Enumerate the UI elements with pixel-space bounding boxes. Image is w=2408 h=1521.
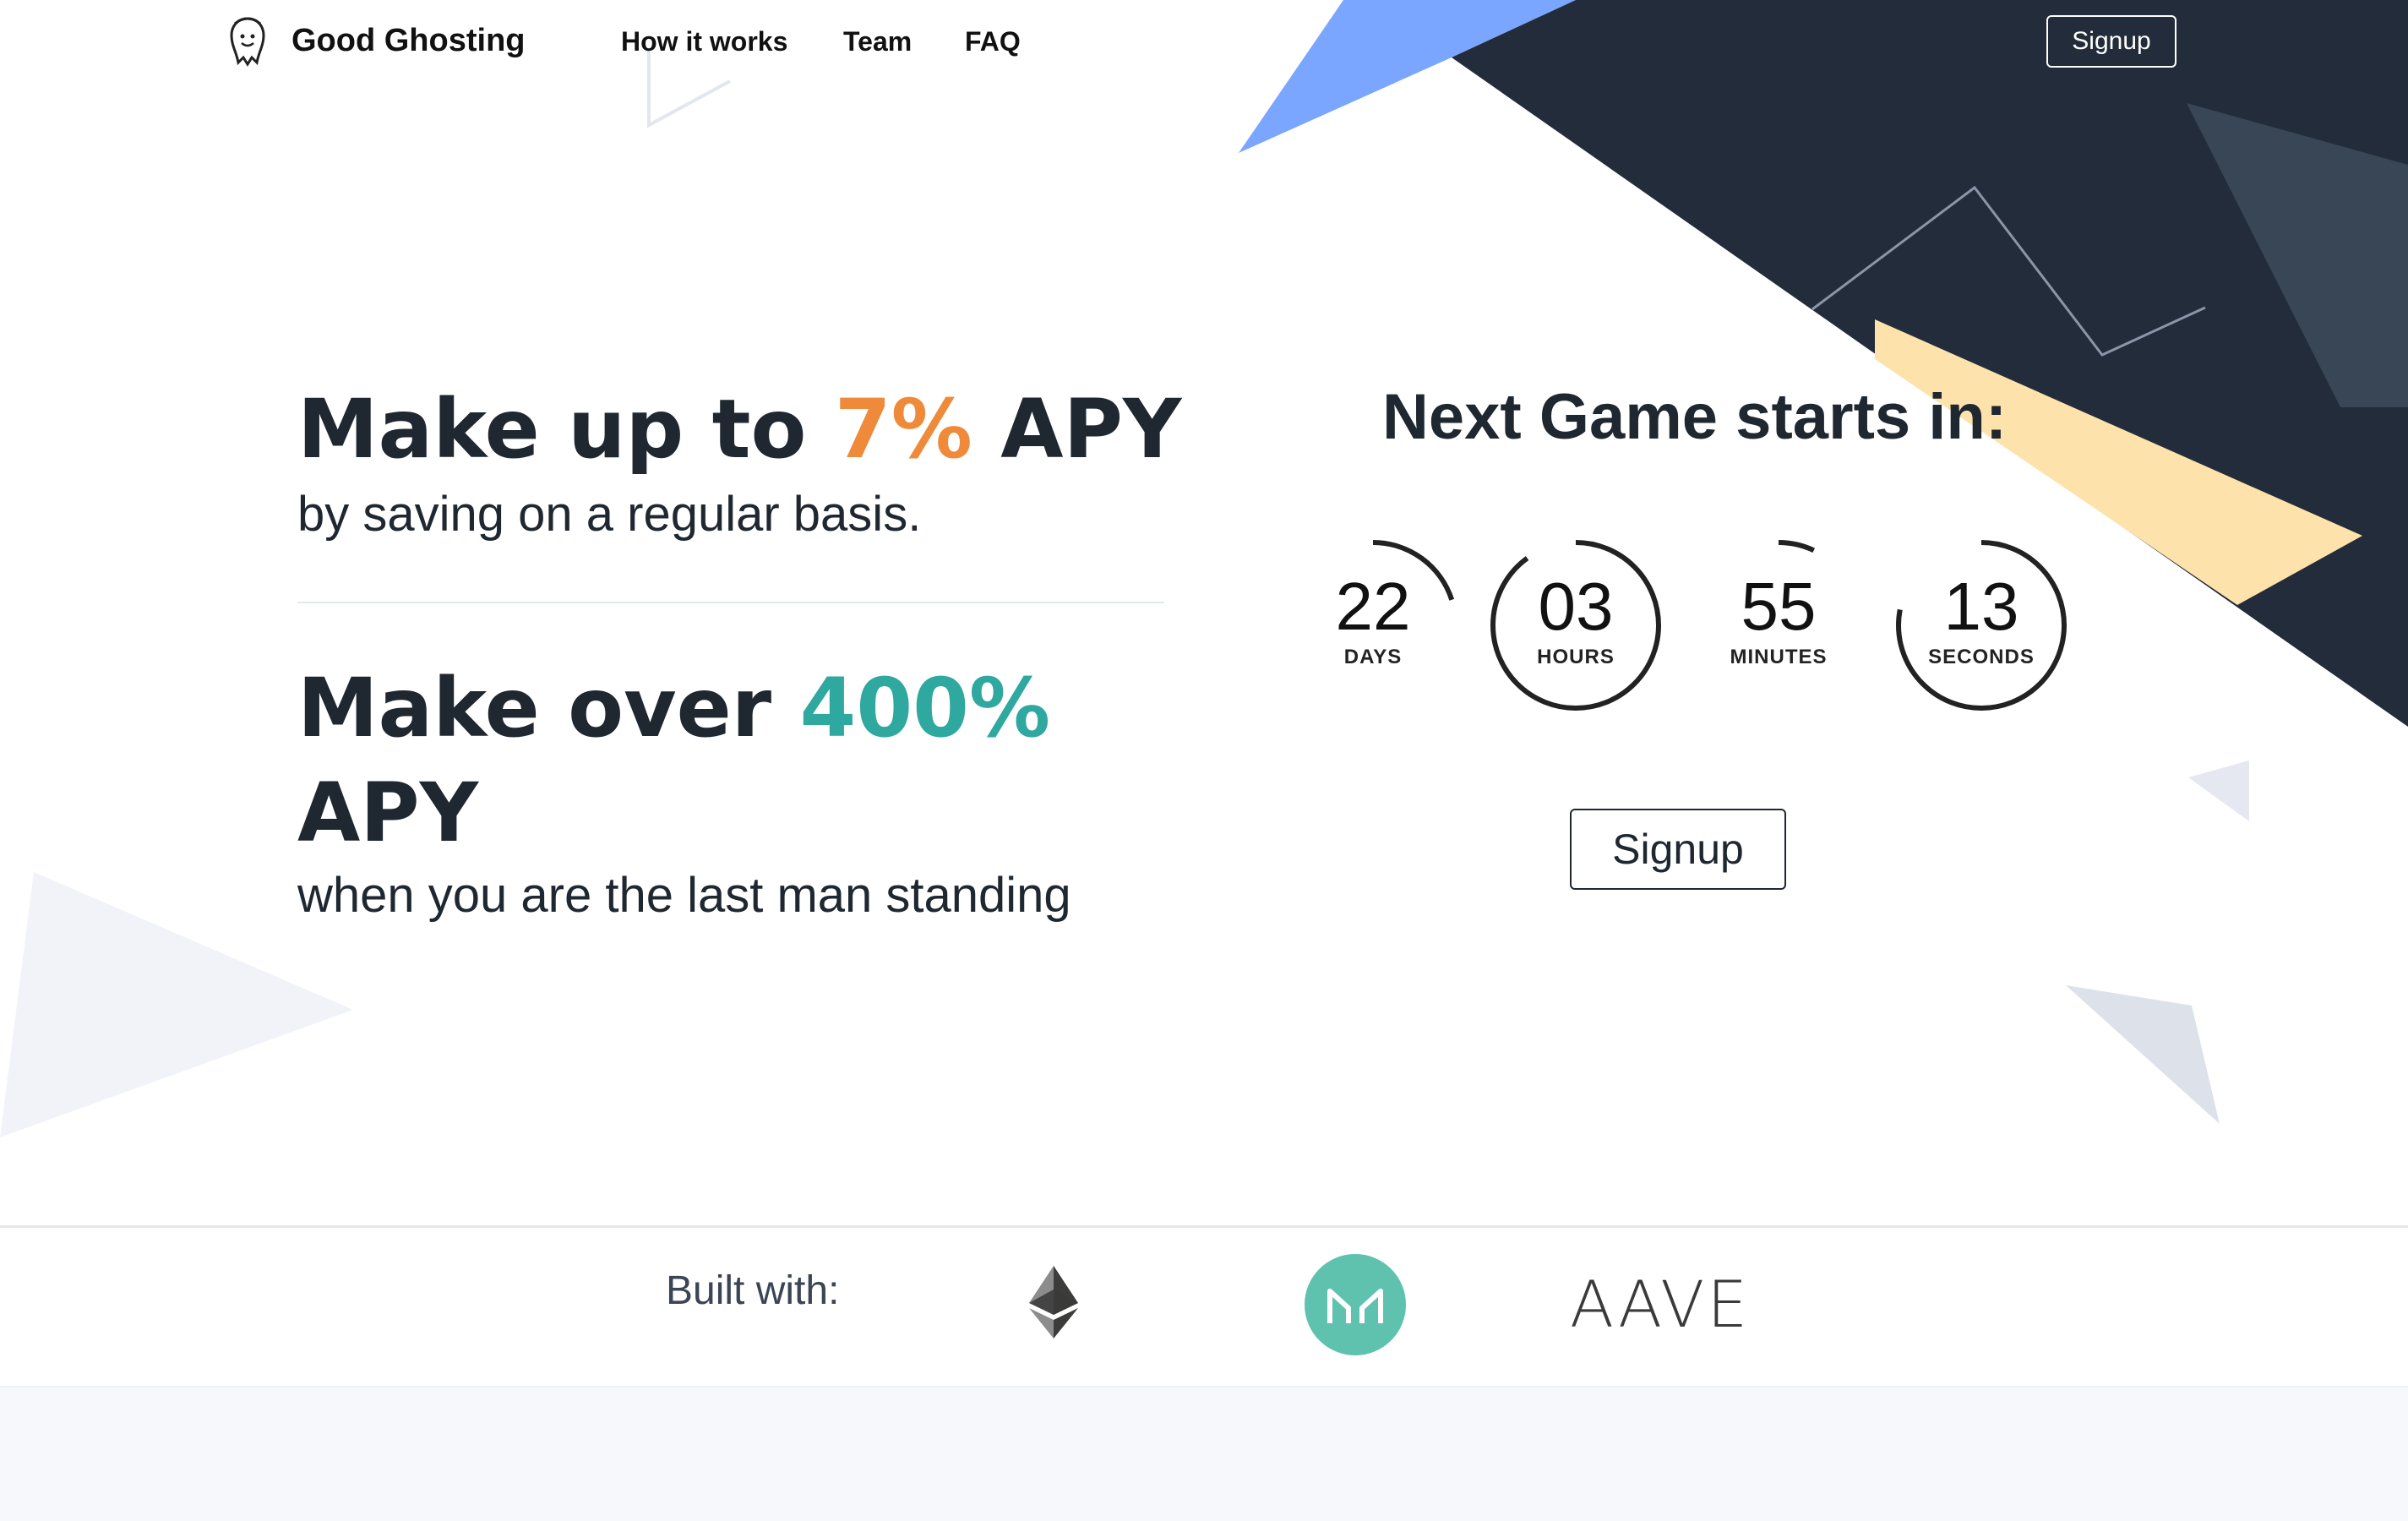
hero-headline-last-man: Make over 400% APY (297, 661, 1051, 860)
hero-divider (297, 602, 1164, 603)
minutes-label: MINUTES (1730, 646, 1828, 668)
countdown-hours: 03 HOURS (1483, 532, 1669, 718)
hours-value: 03 (1538, 569, 1614, 644)
brand-name[interactable]: Good Ghosting (291, 19, 526, 63)
maker-icon (1305, 1254, 1406, 1355)
header-signup-button[interactable]: Signup (2046, 15, 2176, 68)
aave-logo: AAVE (1570, 1267, 1751, 1342)
hero-headline-apy: Make up to 7% APY (297, 382, 1182, 477)
nav-link-team[interactable]: Team (843, 20, 912, 63)
countdown-seconds: 13 SECONDS (1888, 532, 2074, 718)
built-with-label: Built with: (666, 1268, 840, 1313)
seconds-value: 13 (1943, 569, 2019, 644)
main-signup-button[interactable]: Signup (1570, 809, 1786, 890)
hero-subtitle-saving: by saving on a regular basis. (297, 487, 922, 542)
apy-highlight-400: 400% (799, 661, 1051, 755)
hours-label: HOURS (1537, 646, 1615, 668)
apy-highlight: 7% (834, 382, 972, 477)
hero-subtitle-last-man: when you are the last man standing (297, 868, 1071, 923)
footer-background (0, 1387, 2408, 1521)
seconds-label: SECONDS (1928, 646, 2035, 668)
countdown-days: 22 DAYS (1280, 532, 1466, 718)
ethereum-icon (1029, 1266, 1078, 1338)
built-with-section (0, 1225, 2408, 1387)
nav-link-how-it-works[interactable]: How it works (621, 20, 787, 63)
minutes-value: 55 (1741, 569, 1817, 644)
days-value: 22 (1335, 569, 1411, 644)
nav-link-faq[interactable]: FAQ (965, 20, 1021, 63)
countdown-title: Next Game starts in: (1382, 381, 2008, 453)
countdown-minutes: 55 MINUTES (1686, 532, 1871, 718)
days-label: DAYS (1343, 646, 1403, 668)
ghost-logo-icon[interactable] (226, 15, 269, 68)
